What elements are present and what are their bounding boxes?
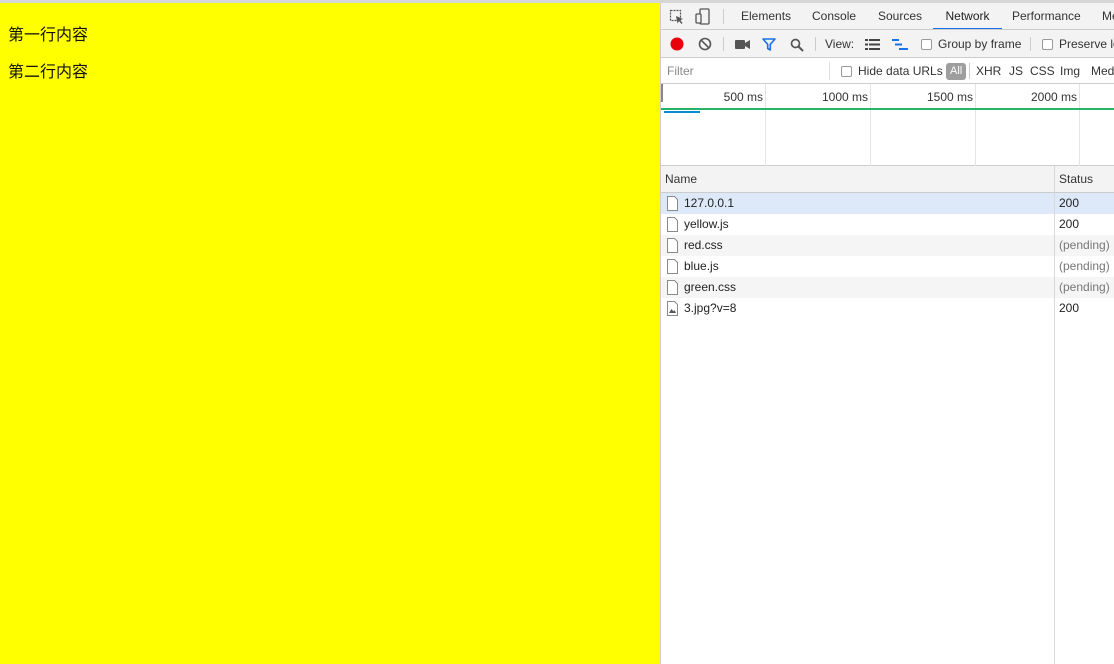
request-name: green.css xyxy=(684,280,737,294)
tab-sources[interactable]: Sources xyxy=(878,3,922,29)
waterfall-overview-icon[interactable] xyxy=(892,39,908,53)
table-row[interactable]: 127.0.0.1 200 xyxy=(661,193,1114,214)
tab-elements[interactable]: Elements xyxy=(741,3,791,29)
search-icon[interactable] xyxy=(790,38,804,55)
inspect-element-icon[interactable] xyxy=(669,9,685,28)
view-label: View: xyxy=(825,37,855,51)
request-status: 200 xyxy=(1059,301,1080,315)
document-icon xyxy=(667,217,678,235)
toolbar-separator xyxy=(815,37,816,51)
table-row[interactable]: blue.js (pending) xyxy=(661,256,1114,277)
timeline-gridline xyxy=(1079,84,1080,166)
device-toolbar-icon[interactable] xyxy=(695,8,711,28)
column-header-name[interactable]: Name xyxy=(665,166,697,193)
request-status: (pending) xyxy=(1059,280,1110,294)
request-status: 200 xyxy=(1059,196,1080,210)
request-name: red.css xyxy=(684,238,723,252)
column-divider[interactable] xyxy=(1054,166,1055,664)
tab-more[interactable]: Me xyxy=(1102,3,1114,29)
preserve-log-checkbox[interactable] xyxy=(1042,39,1053,50)
requests-table: Name Status 127.0.0.1 200 yellow.js 200 … xyxy=(661,166,1114,664)
filter-type-img[interactable]: Img xyxy=(1060,58,1080,83)
screenshot-camera-icon[interactable] xyxy=(735,39,750,53)
timeline-tick-label: 1500 ms xyxy=(926,90,973,104)
clear-icon[interactable] xyxy=(698,37,712,54)
timeline-tick-label: 1000 ms xyxy=(821,90,868,104)
group-by-frame-label: Group by frame xyxy=(938,37,1022,51)
filter-separator xyxy=(969,63,970,79)
large-rows-icon[interactable] xyxy=(865,39,880,53)
request-status: (pending) xyxy=(1059,238,1110,252)
load-progress-line xyxy=(661,108,1114,110)
toolbar-separator xyxy=(723,37,724,51)
request-bar xyxy=(664,111,700,113)
request-status: (pending) xyxy=(1059,259,1110,273)
network-overview[interactable]: 500 ms 1000 ms 1500 ms 2000 ms xyxy=(661,84,1114,166)
request-name: yellow.js xyxy=(684,217,729,231)
network-toolbar: View: Group by frame Preserve lo xyxy=(661,30,1114,58)
request-name: 127.0.0.1 xyxy=(684,196,735,210)
preserve-log-label: Preserve lo xyxy=(1059,37,1114,51)
page-viewport: 第一行内容 第二行内容 xyxy=(0,3,660,664)
request-status: 200 xyxy=(1059,217,1080,231)
timeline-start-marker xyxy=(661,84,663,102)
hide-data-urls-label: Hide data URLs xyxy=(858,64,943,78)
filter-type-js[interactable]: JS xyxy=(1009,58,1023,83)
table-row[interactable]: yellow.js 200 xyxy=(661,214,1114,235)
filter-bar: Hide data URLs All XHR JS CSS Img Med xyxy=(661,58,1114,84)
table-header: Name Status xyxy=(661,166,1114,193)
devtools-tabbar: Elements Console Sources Network Perform… xyxy=(661,3,1114,30)
filter-separator xyxy=(829,62,830,80)
document-icon xyxy=(667,238,678,256)
screen: 第一行内容 第二行内容 Elements Console Sources Net… xyxy=(0,0,1114,664)
timeline-tick-label: 2000 ms xyxy=(1030,90,1077,104)
image-file-icon xyxy=(667,301,678,319)
tab-performance[interactable]: Performance xyxy=(1012,3,1081,29)
page-line-1: 第一行内容 xyxy=(8,25,89,44)
tab-network[interactable]: Network xyxy=(933,3,1002,29)
column-header-status[interactable]: Status xyxy=(1059,166,1093,193)
hide-data-urls-checkbox[interactable] xyxy=(841,66,852,77)
table-row[interactable]: green.css (pending) xyxy=(661,277,1114,298)
record-icon[interactable] xyxy=(670,37,684,54)
filter-input[interactable] xyxy=(663,61,828,81)
timeline-gridline xyxy=(765,84,766,166)
toolbar-separator xyxy=(1030,37,1031,51)
document-icon xyxy=(667,259,678,277)
table-row[interactable]: red.css (pending) xyxy=(661,235,1114,256)
filter-icon[interactable] xyxy=(762,38,776,54)
filter-type-media[interactable]: Med xyxy=(1091,58,1114,83)
request-name: 3.jpg?v=8 xyxy=(684,301,737,315)
tab-console[interactable]: Console xyxy=(812,3,856,29)
group-by-frame-checkbox[interactable] xyxy=(921,39,932,50)
timeline-gridline xyxy=(975,84,976,166)
document-icon xyxy=(667,196,678,214)
filter-type-xhr[interactable]: XHR xyxy=(976,58,1001,83)
devtools-panel: Elements Console Sources Network Perform… xyxy=(660,3,1114,664)
filter-type-css[interactable]: CSS xyxy=(1030,58,1055,83)
timeline-tick-label: 500 ms xyxy=(723,90,763,104)
document-icon xyxy=(667,280,678,298)
request-name: blue.js xyxy=(684,259,719,273)
timeline-gridline xyxy=(870,84,871,166)
page-line-2: 第二行内容 xyxy=(8,62,89,81)
filter-type-all[interactable]: All xyxy=(946,63,967,80)
tab-separator xyxy=(723,9,724,24)
table-row[interactable]: 3.jpg?v=8 200 xyxy=(661,298,1114,319)
